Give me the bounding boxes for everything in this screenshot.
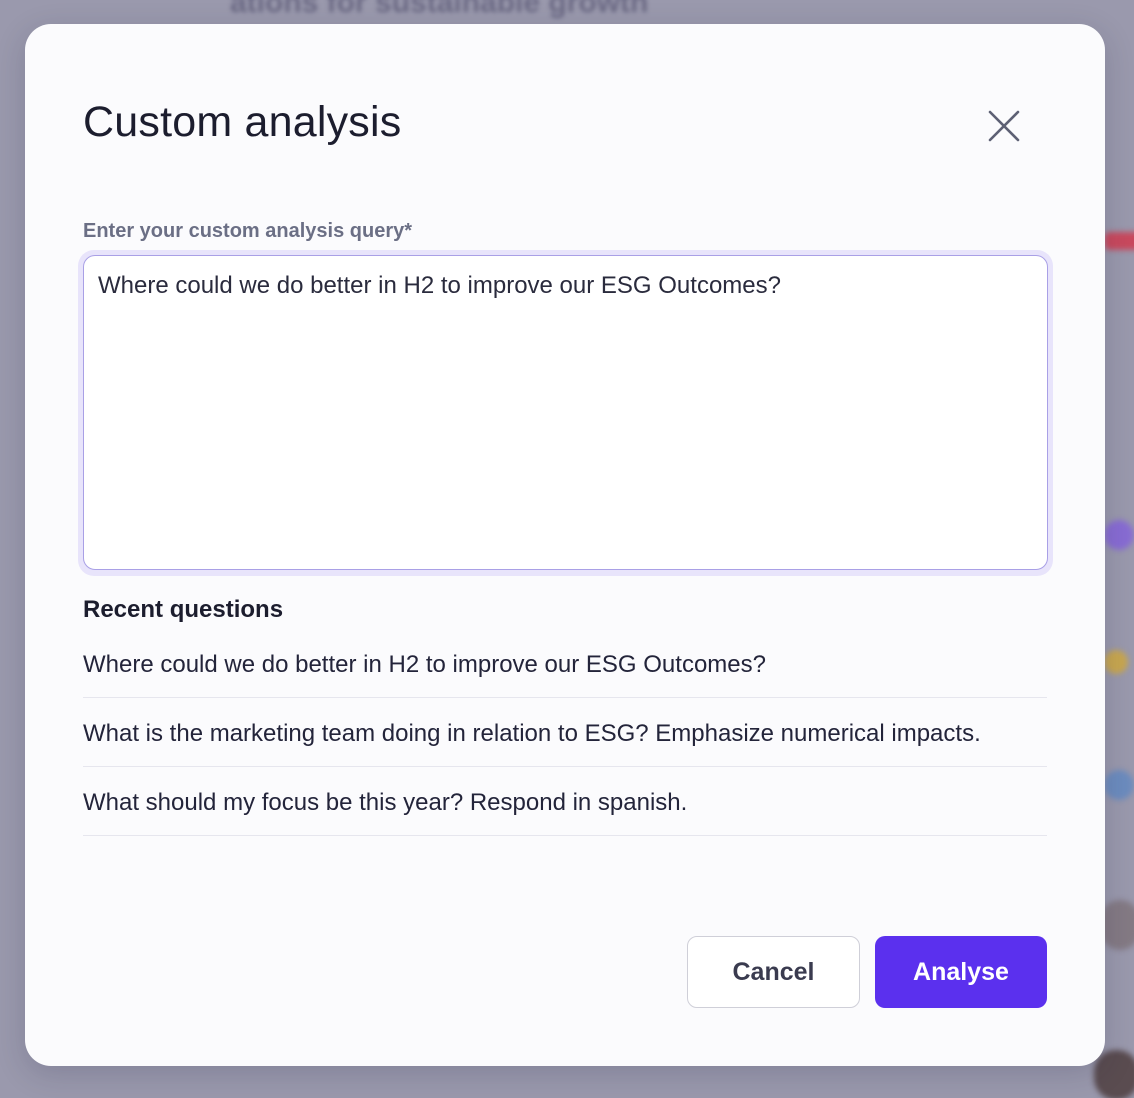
recent-questions-heading: Recent questions (83, 596, 284, 623)
recent-question-item[interactable]: Where could we do better in H2 to improv… (83, 630, 1047, 698)
cancel-button[interactable]: Cancel (687, 936, 860, 1008)
recent-question-item[interactable]: What is the marketing team doing in rela… (83, 698, 1047, 767)
close-icon (988, 110, 1020, 142)
recent-questions-list: Where could we do better in H2 to improv… (83, 630, 1047, 836)
close-button[interactable] (980, 102, 1028, 150)
analyse-button[interactable]: Analyse (875, 936, 1047, 1008)
query-focus-ring: Where could we do better in H2 to improv… (78, 250, 1053, 576)
dialog-title: Custom analysis (83, 98, 402, 146)
custom-analysis-dialog: Custom analysis Enter your custom analys… (25, 24, 1105, 1066)
query-textarea[interactable]: Where could we do better in H2 to improv… (83, 255, 1048, 570)
query-label: Enter your custom analysis query* (83, 220, 413, 242)
recent-question-item[interactable]: What should my focus be this year? Respo… (83, 767, 1047, 836)
